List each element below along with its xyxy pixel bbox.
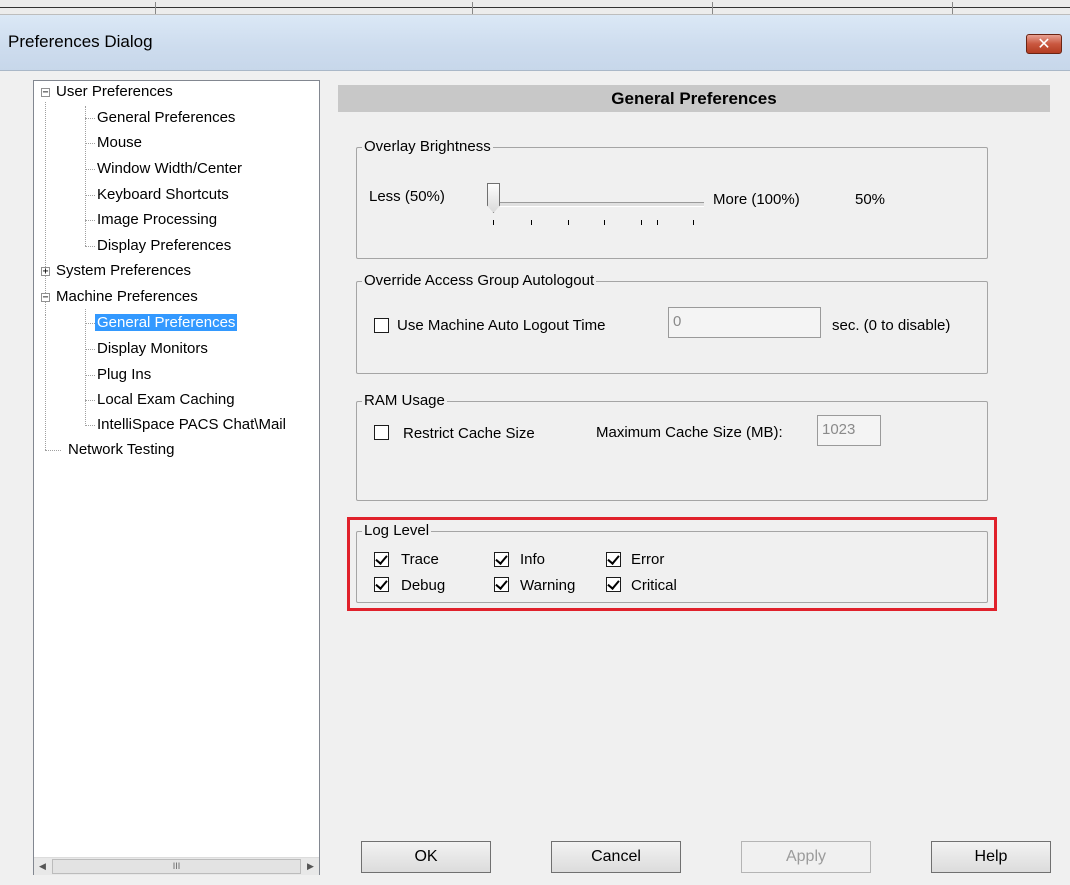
overlay-brightness-legend: Overlay Brightness (362, 138, 493, 156)
use-machine-logout-checkbox[interactable] (374, 318, 389, 333)
tree-item-label: Mouse (97, 134, 143, 151)
tree-item-label: System Preferences (56, 262, 192, 279)
close-button[interactable]: ✕ (1026, 34, 1062, 54)
tree-item-intellispace-chat-mail[interactable]: IntelliSpace PACS Chat\Mail (97, 415, 286, 435)
tree-line (85, 169, 95, 170)
cancel-button[interactable]: Cancel (551, 841, 681, 873)
tree-item-label: Keyboard Shortcuts (97, 186, 229, 203)
slider-tick (657, 220, 658, 225)
ram-usage-group: RAM Usage (356, 392, 988, 501)
tree-line (85, 118, 95, 119)
restrict-cache-label[interactable]: Restrict Cache Size (403, 425, 535, 443)
brightness-slider-track[interactable] (487, 202, 704, 207)
brightness-value: 50% (855, 191, 886, 208)
tree-item-machine-general-preferences[interactable]: General Preferences (95, 313, 238, 333)
max-cache-label: Maximum Cache Size (MB): (596, 424, 783, 441)
tree-item-label: General Preferences (95, 314, 238, 331)
tree-horizontal-scrollbar[interactable]: ◀ III ▶ (34, 857, 319, 875)
tree-line (85, 106, 86, 246)
brightness-less-label: Less (50%) (369, 188, 445, 205)
tree-item-user-general-preferences[interactable]: General Preferences (97, 108, 235, 128)
tree-item-label: Display Preferences (97, 237, 232, 254)
use-machine-logout-label[interactable]: Use Machine Auto Logout Time (397, 317, 605, 335)
tree-item-label: IntelliSpace PACS Chat\Mail (97, 416, 286, 433)
panel-title: General Preferences (338, 85, 1050, 112)
tree-item-user-preferences[interactable]: User Preferences (56, 82, 173, 102)
log-level-highlight-box (347, 517, 997, 611)
brightness-more-label: More (100%) (713, 191, 800, 208)
tree-item-label: Local Exam Caching (97, 391, 235, 408)
tree-line (85, 220, 95, 221)
tree-item-label: Image Processing (97, 211, 218, 228)
tree-item-label: Network Testing (68, 441, 175, 458)
tree-item-keyboard-shortcuts[interactable]: Keyboard Shortcuts (97, 185, 229, 205)
collapse-icon[interactable]: − (41, 88, 50, 98)
max-cache-input[interactable]: 1023 (817, 415, 881, 446)
scroll-thumb[interactable]: III (52, 859, 301, 874)
expand-icon[interactable]: + (41, 267, 50, 277)
tree-item-window-width-center[interactable]: Window Width/Center (97, 159, 242, 179)
tree-line (85, 425, 95, 426)
strip-divider (712, 2, 713, 14)
logout-time-input[interactable]: 0 (668, 307, 821, 338)
scroll-left-icon[interactable]: ◀ (34, 858, 51, 875)
autologout-legend: Override Access Group Autologout (362, 272, 597, 290)
tree-line (85, 349, 95, 350)
slider-tick (531, 220, 532, 225)
tree-item-network-testing[interactable]: Network Testing (68, 440, 174, 460)
slider-tick (493, 220, 494, 225)
tree-item-machine-preferences[interactable]: Machine Preferences (56, 287, 198, 307)
slider-tick (604, 220, 605, 225)
tree-item-local-exam-caching[interactable]: Local Exam Caching (97, 390, 235, 410)
window-title: Preferences Dialog (8, 32, 153, 51)
close-icon: ✕ (1037, 34, 1051, 53)
tree-item-label: Machine Preferences (56, 288, 198, 305)
slider-tick (641, 220, 642, 225)
tree-line (85, 143, 95, 144)
strip-divider (472, 2, 473, 14)
tree-line (85, 375, 95, 376)
collapse-icon[interactable]: − (41, 293, 50, 303)
tree-item-label: General Preferences (97, 109, 236, 126)
scroll-right-icon[interactable]: ▶ (302, 858, 319, 875)
tree-item-plug-ins[interactable]: Plug Ins (97, 365, 151, 385)
ok-button[interactable]: OK (361, 841, 491, 873)
ram-usage-legend: RAM Usage (362, 392, 447, 410)
tree-line (85, 323, 95, 324)
preferences-tree[interactable]: − User Preferences General Preferences M… (33, 80, 320, 875)
strip-line (0, 7, 1070, 8)
tree-item-image-processing[interactable]: Image Processing (97, 210, 217, 230)
strip-divider (952, 2, 953, 14)
tree-line (85, 400, 95, 401)
slider-tick (693, 220, 694, 225)
tree-item-mouse[interactable]: Mouse (97, 133, 142, 153)
tree-item-label: Window Width/Center (97, 160, 243, 177)
help-button[interactable]: Help (931, 841, 1051, 873)
tree-item-label: Plug Ins (97, 366, 152, 383)
apply-button[interactable]: Apply (741, 841, 871, 873)
tree-line (85, 309, 86, 424)
tree-item-label: User Preferences (56, 83, 173, 100)
tree-item-display-monitors[interactable]: Display Monitors (97, 339, 208, 359)
tree-line (85, 246, 95, 247)
strip-divider (155, 2, 156, 14)
tree-item-system-preferences[interactable]: System Preferences (56, 261, 191, 281)
logout-time-suffix: sec. (0 to disable) (832, 317, 951, 334)
tree-item-label: Display Monitors (97, 340, 208, 357)
tree-item-display-preferences[interactable]: Display Preferences (97, 236, 231, 256)
tree-line (45, 450, 61, 451)
title-bar[interactable]: Preferences Dialog ✕ (0, 15, 1070, 71)
restrict-cache-checkbox[interactable] (374, 425, 389, 440)
tree-line (45, 315, 46, 450)
tree-line (85, 195, 95, 196)
background-strip (0, 0, 1070, 15)
tree-line (45, 102, 46, 315)
slider-tick (568, 220, 569, 225)
